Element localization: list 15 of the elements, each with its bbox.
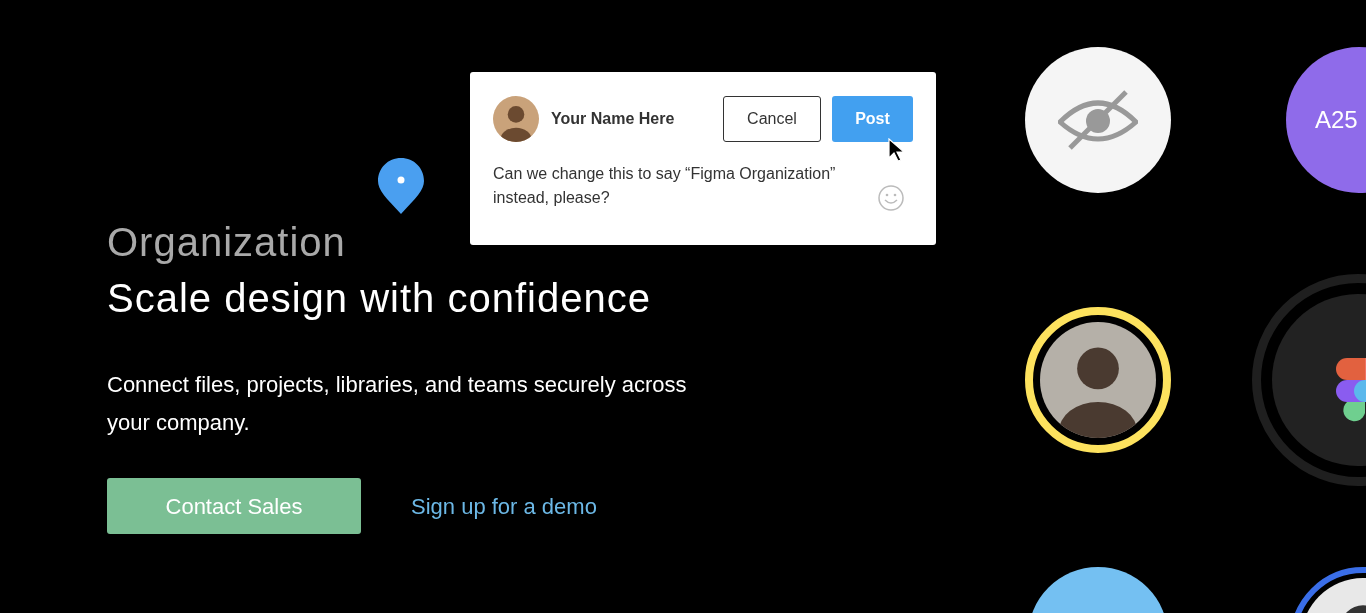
author-name: Your Name Here: [551, 109, 675, 129]
comment-text: Can we change this to say “Figma Organization” instead, please?: [493, 164, 837, 208]
cursor-icon: [888, 138, 904, 162]
hero-description: Connect files, projects, libraries, and teams securely across your company.: [107, 371, 688, 437]
eye-off-icon: [1058, 90, 1138, 150]
badge-label: A25: [1315, 105, 1358, 135]
demo-link[interactable]: Sign up for a demo: [411, 489, 597, 523]
eyebrow-heading: Organization: [107, 219, 347, 266]
hero-title: Scale design with confidence: [107, 275, 652, 322]
avatar-icon: [493, 96, 539, 142]
logo-icon: [1336, 358, 1366, 424]
cancel-button[interactable]: Cancel: [723, 96, 821, 142]
smiley-icon[interactable]: [877, 184, 905, 212]
avatar-icon: [1040, 322, 1156, 438]
location-pin-icon: [378, 158, 424, 214]
